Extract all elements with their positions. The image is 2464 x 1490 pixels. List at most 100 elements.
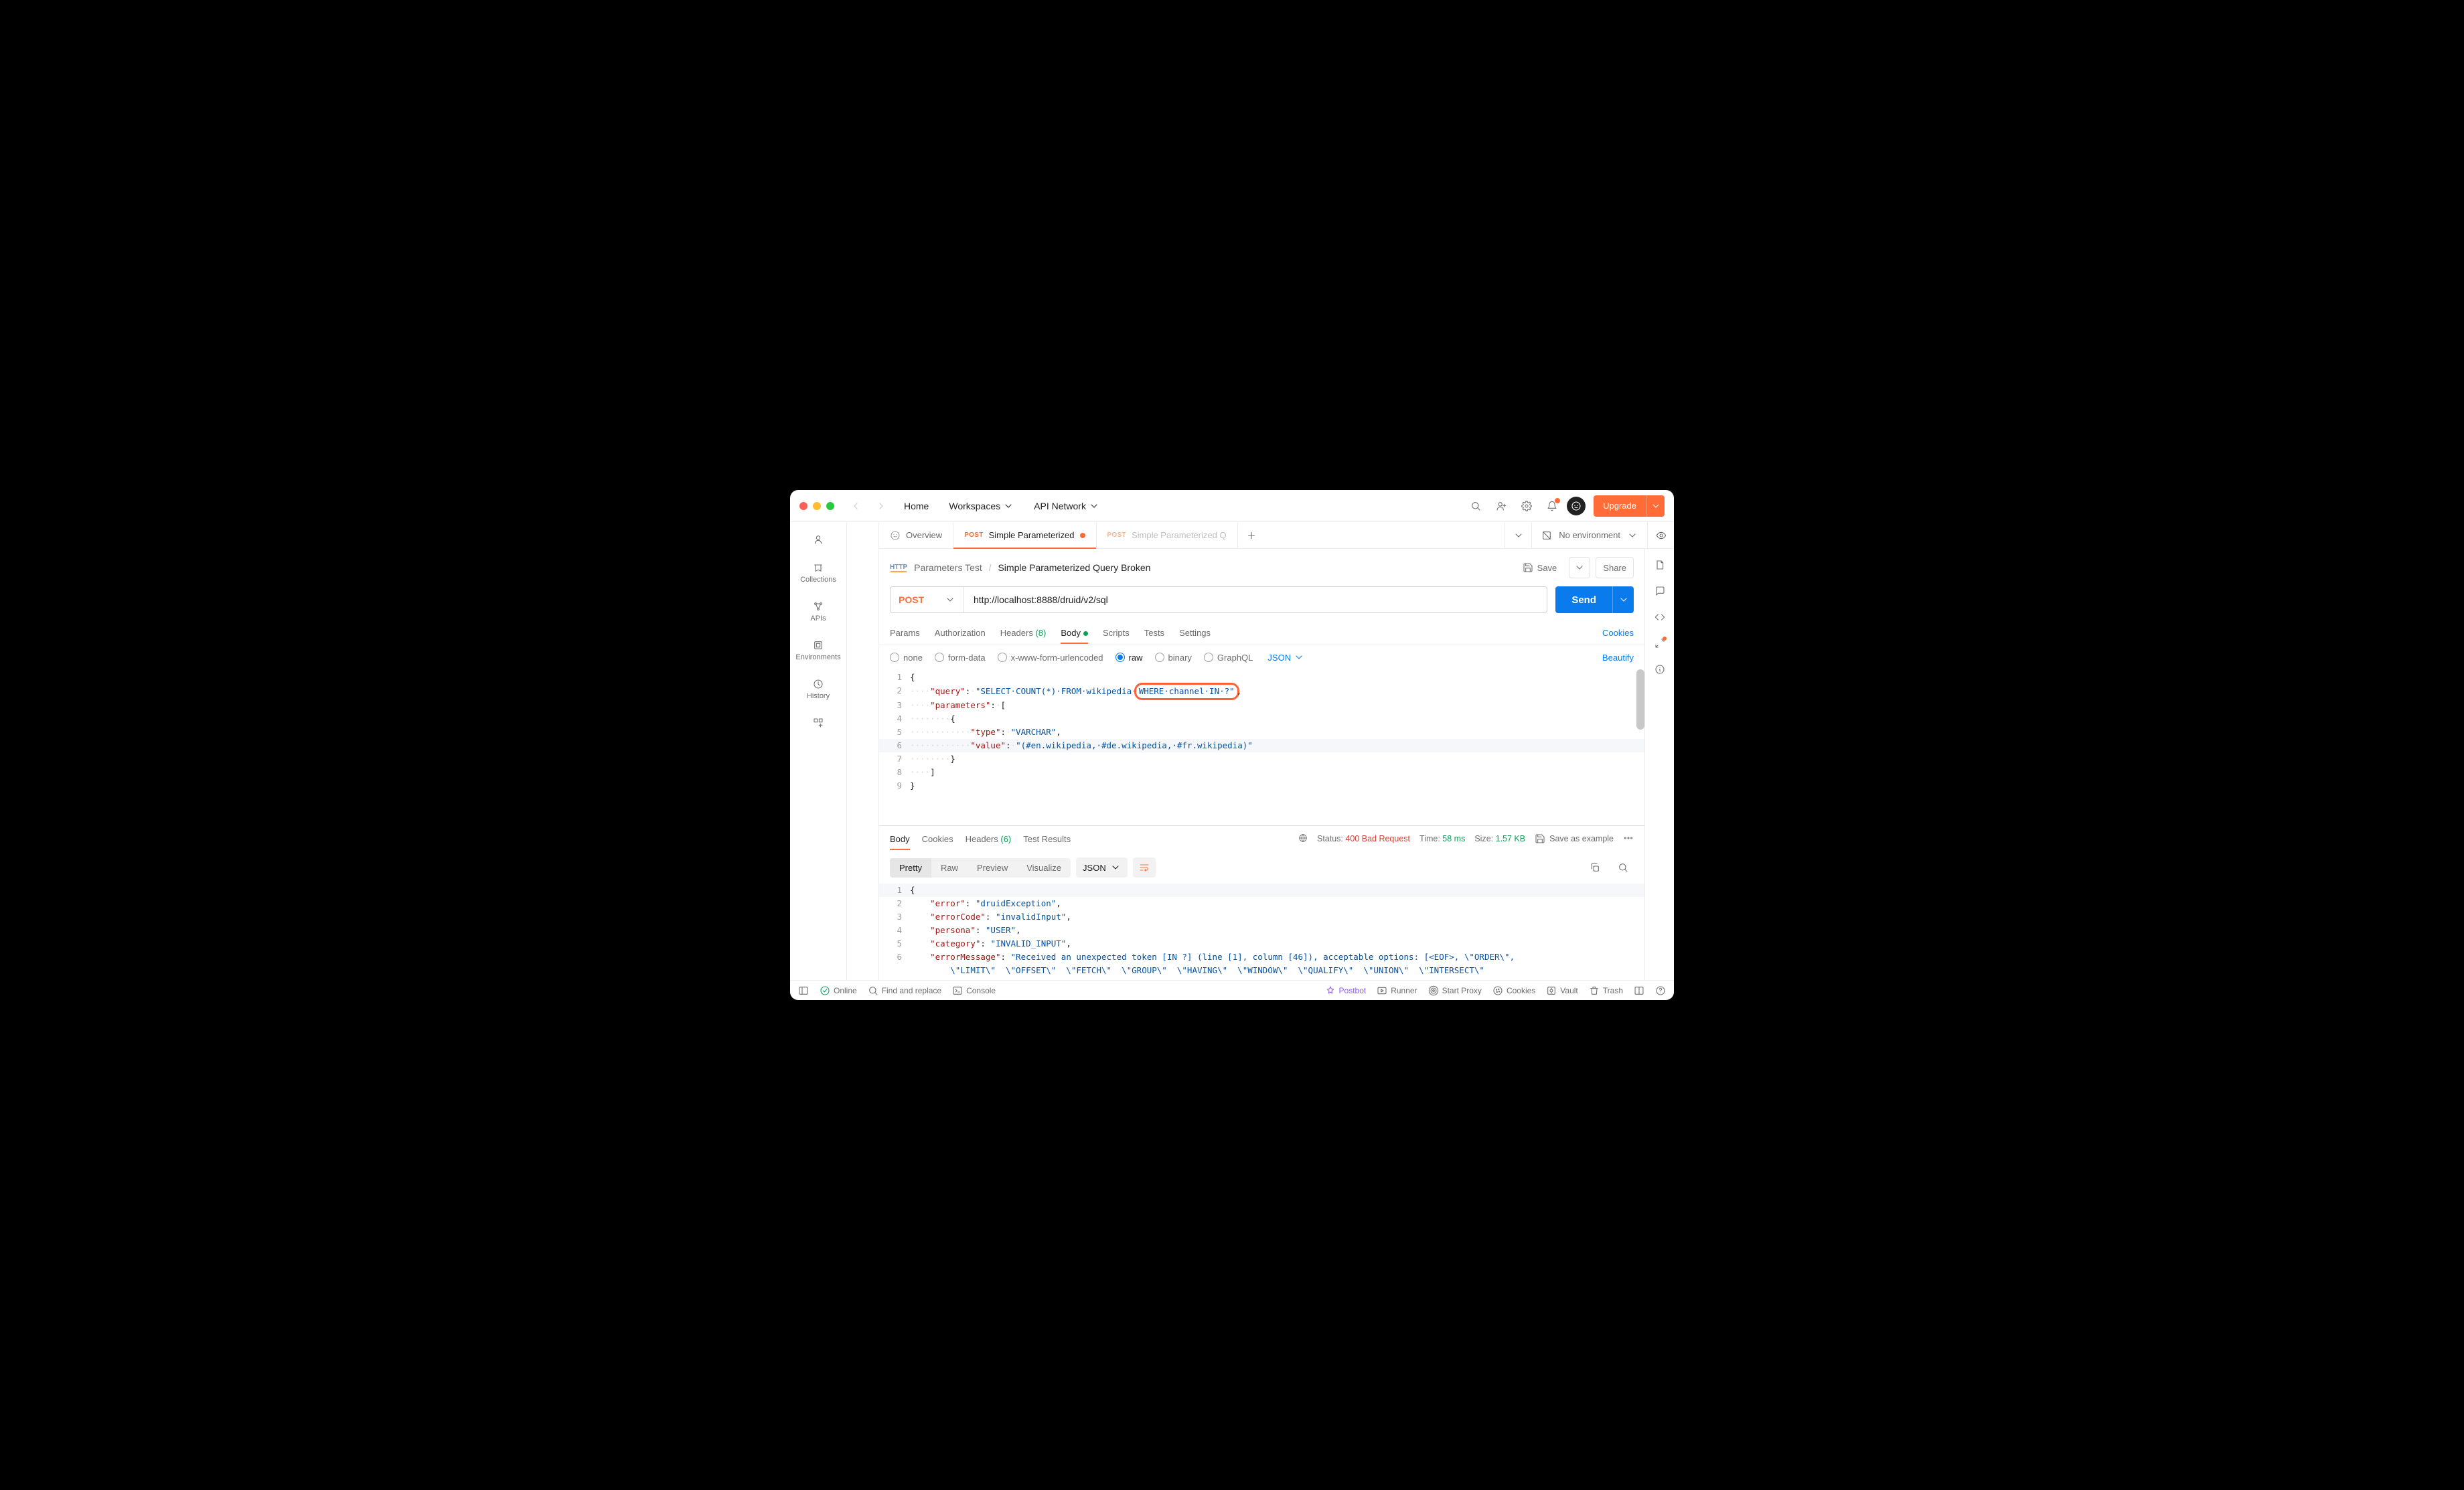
rtab-auth[interactable]: Authorization xyxy=(935,623,986,643)
tabs-dropdown[interactable] xyxy=(1505,522,1531,548)
comments-icon[interactable] xyxy=(1654,586,1665,598)
request-box: POST xyxy=(890,586,1547,613)
view-raw[interactable]: Raw xyxy=(931,858,968,878)
trash-button[interactable]: Trash xyxy=(1589,985,1623,996)
nav-forward[interactable] xyxy=(872,497,891,515)
rail-history[interactable]: History xyxy=(790,676,846,703)
body-binary[interactable]: binary xyxy=(1155,653,1192,663)
vault-button[interactable]: Vault xyxy=(1546,985,1577,996)
resp-headers-count: (6) xyxy=(1000,834,1011,844)
rail-configure[interactable] xyxy=(790,715,846,731)
body-graphql[interactable]: GraphQL xyxy=(1204,653,1253,663)
body-type-row: none form-data x-www-form-urlencoded raw… xyxy=(879,645,1644,669)
body-urlencoded[interactable]: x-www-form-urlencoded xyxy=(998,653,1103,663)
code-icon[interactable] xyxy=(1654,612,1665,625)
rtab-tests[interactable]: Tests xyxy=(1144,623,1164,643)
wrap-lines-button[interactable] xyxy=(1133,857,1156,878)
cookies-button[interactable]: Cookies xyxy=(1492,985,1535,996)
rtab-scripts[interactable]: Scripts xyxy=(1103,623,1130,643)
url-input[interactable] xyxy=(964,587,1547,612)
save-example-label: Save as example xyxy=(1549,834,1614,843)
save-button[interactable]: Save xyxy=(1516,557,1564,578)
maximize-window[interactable] xyxy=(826,502,834,510)
upgrade-button[interactable]: Upgrade xyxy=(1594,495,1665,517)
tab-request-2[interactable]: POSTSimple Parameterized Q xyxy=(1097,522,1238,548)
share-button[interactable]: Share xyxy=(1596,557,1634,578)
scrollbar-thumb[interactable] xyxy=(1636,669,1644,730)
rail-apis[interactable]: APIs xyxy=(790,598,846,625)
copy-response-icon[interactable] xyxy=(1584,857,1606,878)
find-replace[interactable]: Find and replace xyxy=(868,985,941,996)
resp-tab-cookies[interactable]: Cookies xyxy=(922,828,953,850)
postbot-avatar[interactable] xyxy=(1567,497,1586,515)
nav-back[interactable] xyxy=(846,497,865,515)
body-form-data[interactable]: form-data xyxy=(935,653,986,663)
nav-home[interactable]: Home xyxy=(897,497,935,515)
tab-overview[interactable]: Overview xyxy=(879,522,953,548)
breadcrumb-collection[interactable]: Parameters Test xyxy=(914,562,982,573)
tab-request-1[interactable]: POSTSimple Parameterized xyxy=(953,522,1096,548)
rail-environments[interactable]: Environments xyxy=(790,637,846,664)
body-raw[interactable]: raw xyxy=(1115,653,1143,663)
body-language-label: JSON xyxy=(1267,653,1291,663)
toggle-sidebar-icon[interactable] xyxy=(798,985,809,996)
cookies-link[interactable]: Cookies xyxy=(1602,628,1634,638)
rtab-params[interactable]: Params xyxy=(890,623,920,643)
view-pretty[interactable]: Pretty xyxy=(890,858,931,878)
rail-collections[interactable]: Collections xyxy=(790,560,846,586)
request-body-editor[interactable]: 1{ 2····"query":·"SELECT·COUNT(*)·FROM·w… xyxy=(879,669,1644,825)
rtab-headers[interactable]: Headers (8) xyxy=(1000,623,1047,643)
response-language-selector[interactable]: JSON xyxy=(1076,857,1128,878)
two-pane-icon[interactable] xyxy=(1634,985,1644,996)
documentation-icon[interactable] xyxy=(1654,560,1665,572)
tab-add[interactable] xyxy=(1238,522,1265,548)
tab-request-1-label: Simple Parameterized xyxy=(989,530,1075,540)
status-label: Status: xyxy=(1317,834,1343,843)
response-body-editor[interactable]: 1{ 2 "error": "druidException", 3 "error… xyxy=(879,884,1644,980)
expand-icon[interactable] xyxy=(1654,638,1665,651)
resp-tab-tests[interactable]: Test Results xyxy=(1023,828,1071,850)
info-icon[interactable] xyxy=(1654,664,1665,677)
view-preview[interactable]: Preview xyxy=(968,858,1017,878)
save-options[interactable] xyxy=(1569,557,1590,578)
send-button[interactable]: Send xyxy=(1555,586,1634,613)
body-none[interactable]: none xyxy=(890,653,923,663)
proxy-button[interactable]: Start Proxy xyxy=(1428,985,1482,996)
environment-selector[interactable]: No environment xyxy=(1531,522,1647,548)
workspace-switcher[interactable] xyxy=(790,531,846,548)
invite-icon[interactable] xyxy=(1490,495,1512,517)
minimize-window[interactable] xyxy=(813,502,821,510)
beautify-button[interactable]: Beautify xyxy=(1602,653,1634,663)
method-selector[interactable]: POST xyxy=(891,587,964,612)
window-controls xyxy=(799,502,834,510)
nav-api-network[interactable]: API Network xyxy=(1027,497,1106,515)
runner-button[interactable]: Runner xyxy=(1377,985,1417,996)
settings-icon[interactable] xyxy=(1516,495,1537,517)
save-example-button[interactable]: Save as example xyxy=(1535,833,1614,844)
more-icon[interactable] xyxy=(1623,833,1634,845)
nav-workspaces-label: Workspaces xyxy=(949,501,1000,511)
rtab-body[interactable]: Body xyxy=(1061,623,1088,643)
notifications-icon[interactable] xyxy=(1541,495,1563,517)
nav-workspaces[interactable]: Workspaces xyxy=(942,497,1020,515)
resp-tab-body[interactable]: Body xyxy=(890,828,910,850)
method-label: POST xyxy=(899,594,924,605)
request-tabs: Params Authorization Headers (8) Body Sc… xyxy=(879,621,1644,645)
postbot-button[interactable]: Postbot xyxy=(1325,985,1367,996)
console-toggle[interactable]: Console xyxy=(952,985,996,996)
rtab-settings[interactable]: Settings xyxy=(1179,623,1211,643)
cookies-label: Cookies xyxy=(1507,986,1535,995)
rail-environments-label: Environments xyxy=(795,653,840,661)
view-visualize[interactable]: Visualize xyxy=(1017,858,1071,878)
environment-quicklook[interactable] xyxy=(1647,522,1674,548)
help-icon[interactable] xyxy=(1655,985,1666,996)
response-language-label: JSON xyxy=(1083,863,1106,873)
resp-tab-headers[interactable]: Headers (6) xyxy=(966,828,1012,850)
body-language-selector[interactable]: JSON xyxy=(1267,652,1304,663)
nav-api-network-label: API Network xyxy=(1034,501,1086,511)
search-response-icon[interactable] xyxy=(1612,857,1634,878)
sync-status[interactable]: Online xyxy=(820,985,857,996)
notification-badge xyxy=(1555,498,1560,503)
close-window[interactable] xyxy=(799,502,807,510)
search-icon[interactable] xyxy=(1465,495,1486,517)
